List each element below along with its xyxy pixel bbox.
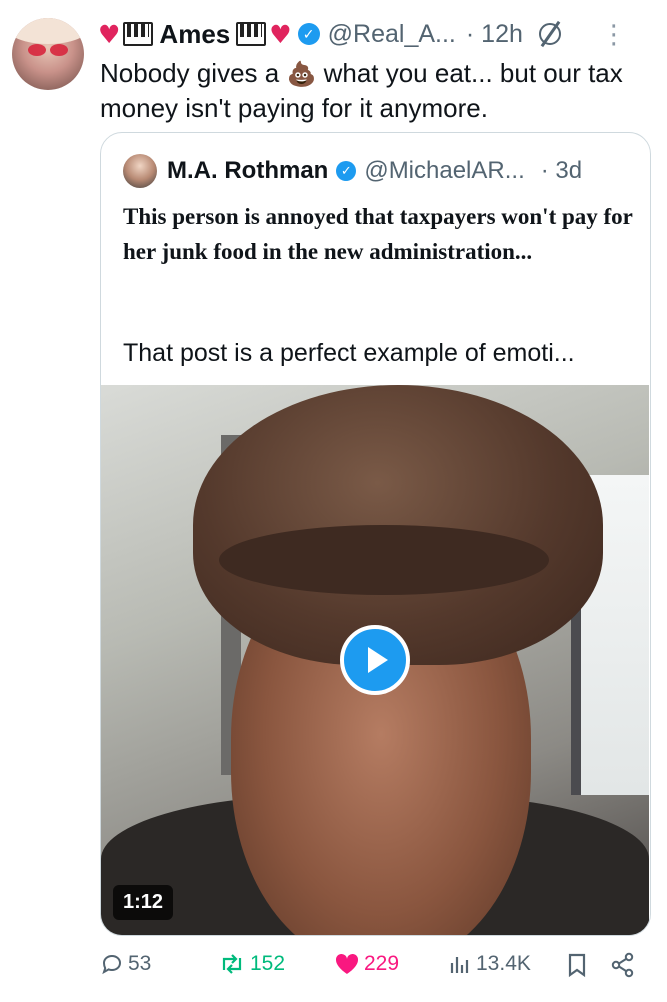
more-options-icon[interactable]: ⋮ bbox=[601, 21, 627, 47]
tweet-timestamp[interactable]: · 12h bbox=[466, 20, 523, 49]
verified-badge-icon: ✓ bbox=[297, 23, 320, 45]
like-button[interactable]: 229 bbox=[334, 952, 399, 976]
tweet-text-part1: Nobody gives a bbox=[100, 58, 280, 88]
tweet-header: ♥ Ames ♥ ✓ @Real_A... · 12h ⋮ bbox=[98, 14, 658, 54]
poop-emoji-icon: 💩 bbox=[286, 60, 317, 88]
piano-emoji-icon bbox=[123, 22, 154, 46]
avatar-glasses-right bbox=[50, 44, 68, 56]
author-display-name[interactable]: Ames bbox=[159, 19, 230, 50]
retweet-count: 152 bbox=[250, 952, 286, 975]
play-button-icon[interactable] bbox=[340, 625, 410, 695]
heart-emoji-icon: ♥ bbox=[269, 19, 292, 49]
heart-icon bbox=[335, 953, 359, 974]
quote-bold-text: This person is annoyed that taxpayers wo… bbox=[123, 204, 633, 264]
video-player[interactable]: 1:12 bbox=[101, 385, 649, 935]
retweet-icon bbox=[222, 954, 242, 974]
author-avatar[interactable] bbox=[12, 18, 84, 90]
piano-emoji-icon bbox=[236, 22, 267, 46]
quote-header: M.A. Rothman ✓ @MichaelAR... · 3d bbox=[123, 153, 582, 189]
grok-icon[interactable] bbox=[538, 23, 561, 45]
share-icon bbox=[611, 952, 634, 978]
quoted-tweet-card[interactable]: M.A. Rothman ✓ @MichaelAR... · 3d This p… bbox=[100, 132, 651, 936]
heart-emoji-icon: ♥ bbox=[98, 19, 121, 49]
verified-badge-icon: ✓ bbox=[336, 161, 357, 181]
bookmark-button[interactable] bbox=[566, 952, 592, 978]
bookmark-icon bbox=[568, 953, 586, 978]
tweet-actions: 53 152 229 13.4K bbox=[100, 952, 650, 988]
views-count: 13.4K bbox=[476, 952, 531, 975]
tweet-text: Nobody gives a 💩 what you eat... but our… bbox=[100, 56, 645, 125]
reply-count: 53 bbox=[128, 952, 152, 975]
views-button[interactable]: 13.4K bbox=[448, 952, 531, 976]
quote-author-avatar[interactable] bbox=[123, 154, 157, 188]
like-count: 229 bbox=[364, 952, 400, 975]
quote-text: That post is a perfect example of emoti.… bbox=[123, 339, 575, 367]
quote-author-handle: @MichaelAR... bbox=[364, 157, 525, 184]
quote-timestamp: · 3d bbox=[540, 157, 583, 184]
reply-button[interactable]: 53 bbox=[100, 952, 151, 976]
avatar-hair bbox=[12, 18, 84, 44]
share-button[interactable] bbox=[610, 952, 640, 978]
reply-icon bbox=[102, 954, 122, 975]
retweet-button[interactable]: 152 bbox=[218, 952, 285, 976]
video-duration: 1:12 bbox=[113, 885, 174, 920]
video-person-bonnet-band bbox=[219, 525, 549, 595]
avatar-glasses-left bbox=[28, 44, 46, 56]
quote-author-name: M.A. Rothman bbox=[167, 157, 329, 184]
author-handle[interactable]: @Real_A... bbox=[328, 20, 456, 49]
analytics-icon bbox=[450, 957, 469, 973]
